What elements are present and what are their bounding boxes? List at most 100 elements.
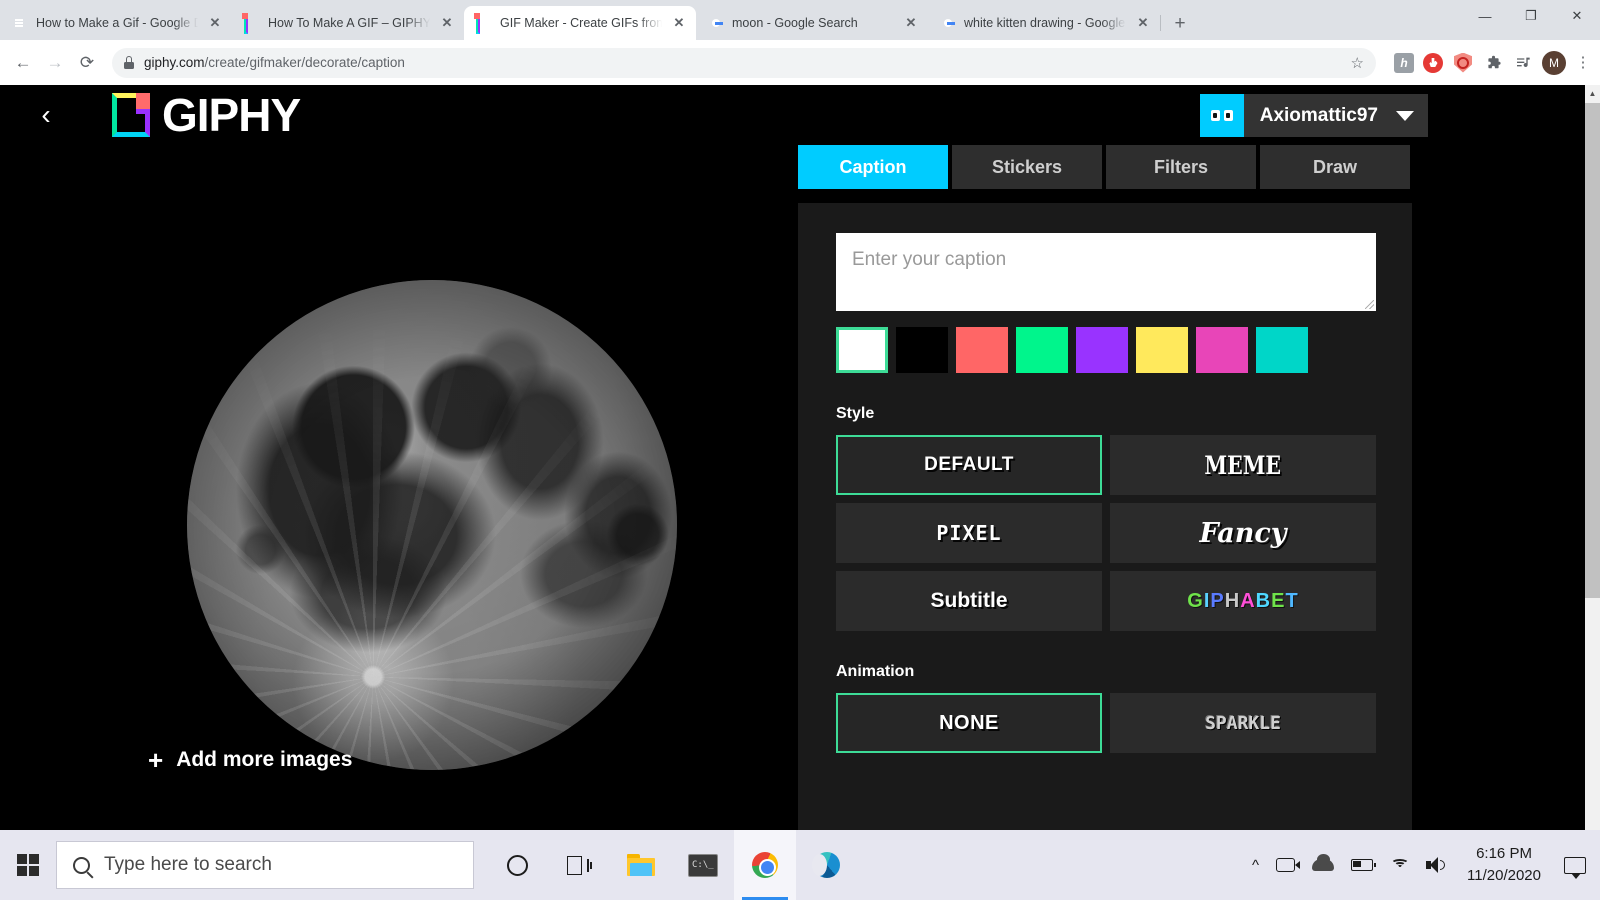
window-controls: — ❐ ✕ — [1462, 0, 1600, 40]
action-center-icon[interactable] — [1564, 857, 1586, 874]
tab-caption[interactable]: Caption — [798, 145, 948, 189]
style-option-default[interactable]: DEFAULT — [836, 435, 1102, 495]
url-path: /create/gifmaker/decorate/caption — [205, 55, 405, 70]
style-option-fancy[interactable]: Fancy — [1110, 503, 1376, 563]
address-bar[interactable]: giphy.com/create/gifmaker/decorate/capti… — [112, 48, 1376, 78]
kebab-menu-icon[interactable]: ⋮ — [1574, 60, 1592, 66]
onedrive-cloud-icon[interactable] — [1312, 859, 1334, 871]
extensions-puzzle-icon[interactable] — [1482, 52, 1504, 74]
giphy-logo[interactable]: GIPHY — [112, 88, 300, 142]
style-option-subtitle[interactable]: Subtitle — [836, 571, 1102, 631]
maximize-button[interactable]: ❐ — [1508, 0, 1554, 32]
style-option-meme[interactable]: MEME — [1110, 435, 1376, 495]
tab-close-button[interactable]: ✕ — [902, 14, 920, 32]
tab-title: GIF Maker - Create GIFs from Images — [500, 16, 662, 30]
tab-separator — [1160, 15, 1161, 31]
minimize-button[interactable]: — — [1462, 0, 1508, 32]
page-scrollbar[interactable]: ▲ — [1585, 85, 1600, 830]
browser-tab-1[interactable]: How To Make A GIF – GIPHY ✕ — [232, 6, 464, 40]
style-option-pixel[interactable]: PIXEL — [836, 503, 1102, 563]
animation-option-sparkle[interactable]: SPARKLE — [1110, 693, 1376, 753]
task-view-icon[interactable] — [548, 830, 610, 900]
color-swatch-pink[interactable] — [1196, 327, 1248, 373]
browser-tab-0[interactable]: How to Make a Gif - Google Docs ✕ — [0, 6, 232, 40]
browser-tab-4[interactable]: white kitten drawing - Google Search ✕ — [928, 6, 1160, 40]
command-prompt-icon[interactable]: C:\_ — [672, 830, 734, 900]
chrome-profile-avatar[interactable]: M — [1542, 51, 1566, 75]
url-host: giphy.com — [144, 55, 205, 70]
forward-button[interactable]: → — [40, 48, 70, 78]
microsoft-edge-icon[interactable] — [796, 830, 858, 900]
taskbar-clock[interactable]: 6:16 PM 11/20/2020 — [1461, 843, 1547, 887]
close-button[interactable]: ✕ — [1554, 0, 1600, 32]
plus-icon: + — [148, 747, 163, 773]
file-explorer-icon[interactable] — [610, 830, 672, 900]
browser-tab-3[interactable]: moon - Google Search ✕ — [696, 6, 928, 40]
url-text: giphy.com/create/gifmaker/decorate/capti… — [144, 55, 405, 70]
caption-input-wrapper — [836, 233, 1376, 311]
windows-start-icon[interactable] — [0, 830, 56, 900]
browser-tab-2-active[interactable]: GIF Maker - Create GIFs from Images ✕ — [464, 6, 696, 40]
full-moon-photograph[interactable] — [187, 280, 677, 770]
caption-panel-body: Style DEFAULT MEME PIXEL Fancy — [798, 203, 1412, 830]
new-tab-button[interactable]: + — [1166, 9, 1194, 37]
user-menu-label[interactable]: Axiomattic97 — [1244, 94, 1428, 137]
tab-close-button[interactable]: ✕ — [1134, 14, 1152, 32]
show-hidden-icons-chevron[interactable]: ^ — [1252, 857, 1259, 874]
color-swatch-green[interactable] — [1016, 327, 1068, 373]
wifi-icon[interactable] — [1390, 858, 1409, 872]
reload-button[interactable]: ⟳ — [72, 48, 102, 78]
add-more-images-button[interactable]: + Add more images — [148, 747, 352, 773]
style-option-label: MEME — [1205, 451, 1282, 480]
animation-option-label: SPARKLE — [1205, 713, 1281, 734]
adblock-extension-icon[interactable] — [1422, 52, 1444, 74]
animation-section-label: Animation — [836, 663, 1380, 681]
style-option-label: PIXEL — [936, 521, 1001, 545]
google-chrome-icon[interactable] — [734, 830, 796, 900]
tab-draw[interactable]: Draw — [1260, 145, 1410, 189]
star-icon[interactable]: ☆ — [1351, 54, 1364, 72]
animation-option-none[interactable]: NONE — [836, 693, 1102, 753]
color-swatch-yellow[interactable] — [1136, 327, 1188, 373]
cortana-icon[interactable] — [486, 830, 548, 900]
user-menu[interactable]: Axiomattic97 — [1200, 94, 1428, 137]
color-swatch-purple[interactable] — [1076, 327, 1128, 373]
giphy-icon — [244, 15, 260, 31]
add-more-images-label: Add more images — [176, 748, 352, 772]
color-swatch-white[interactable] — [836, 327, 888, 373]
volume-icon[interactable] — [1426, 857, 1444, 873]
style-option-giphabet[interactable]: GIPHABET — [1110, 571, 1376, 631]
color-swatch-black[interactable] — [896, 327, 948, 373]
back-chevron-icon[interactable]: ‹ — [28, 85, 64, 145]
windows-taskbar: Type here to search C:\_ ^ — [0, 830, 1600, 900]
battery-icon[interactable] — [1351, 859, 1373, 871]
back-button[interactable]: ← — [8, 48, 38, 78]
decorate-tabs: Caption Stickers Filters Draw — [798, 145, 1585, 189]
style-option-label: GIPHABET — [1187, 590, 1298, 613]
tab-close-button[interactable]: ✕ — [670, 14, 688, 32]
taskbar-search-input[interactable]: Type here to search — [56, 841, 474, 889]
chevron-down-icon — [1396, 111, 1414, 121]
webcam-icon[interactable] — [1276, 858, 1295, 872]
google-icon — [708, 15, 724, 31]
style-section-label: Style — [836, 405, 1380, 423]
giphy-logo-text: GIPHY — [162, 88, 300, 142]
tab-filters[interactable]: Filters — [1106, 145, 1256, 189]
media-control-icon[interactable] — [1512, 52, 1534, 74]
scrollbar-thumb[interactable] — [1585, 103, 1600, 598]
gif-canvas-area: + Add more images — [0, 145, 800, 830]
tab-close-button[interactable]: ✕ — [206, 14, 224, 32]
color-swatch-coral[interactable] — [956, 327, 1008, 373]
honey-extension-icon[interactable]: h — [1394, 53, 1414, 73]
style-option-label: DEFAULT — [924, 454, 1014, 476]
tab-close-button[interactable]: ✕ — [438, 14, 456, 32]
scrollbar-up-arrow[interactable]: ▲ — [1585, 85, 1600, 102]
caption-input[interactable] — [836, 233, 1376, 311]
color-swatch-teal[interactable] — [1256, 327, 1308, 373]
tab-title: How To Make A GIF – GIPHY — [268, 16, 430, 30]
animation-options: NONE SPARKLE — [836, 693, 1376, 753]
style-option-label: Fancy — [1200, 518, 1287, 549]
privacy-shield-extension-icon[interactable] — [1452, 52, 1474, 74]
taskbar-search-placeholder: Type here to search — [104, 854, 272, 876]
tab-stickers[interactable]: Stickers — [952, 145, 1102, 189]
